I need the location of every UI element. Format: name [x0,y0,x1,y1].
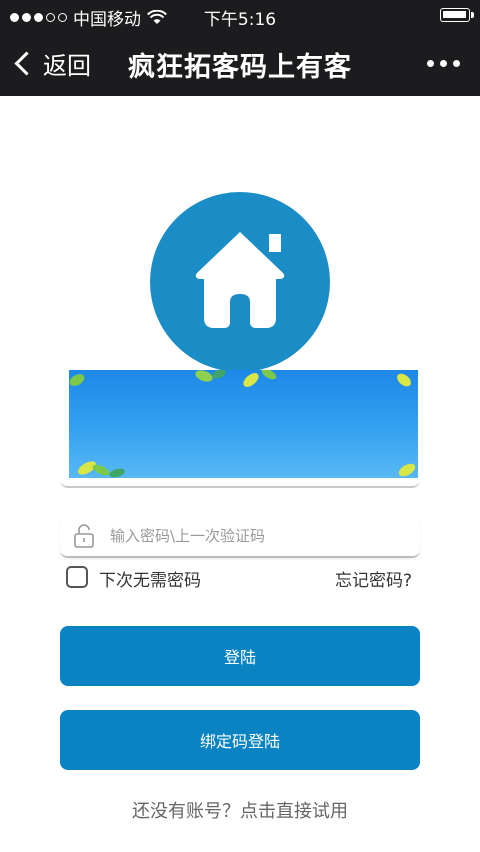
app-logo [150,192,330,372]
leaf-decoration [69,370,416,478]
home-icon [195,232,285,328]
phone-field-underline [60,478,420,488]
password-input[interactable] [108,520,412,552]
status-time: 下午5:16 [203,10,277,30]
banner-image [69,370,418,478]
nav-bar: 返回 疯狂拓客码上有客 [0,32,480,96]
remember-checkbox[interactable] [66,566,88,588]
battery-icon [440,8,474,22]
status-bar: 中国移动 下午5:16 [0,0,480,32]
page-title: 疯狂拓客码上有客 [128,52,352,83]
bind-code-login-button[interactable]: 绑定码登陆 [60,710,420,770]
more-icon[interactable] [427,60,460,67]
login-button[interactable]: 登陆 [60,626,420,686]
trial-link[interactable]: 还没有账号？点击直接试用 [0,797,480,823]
password-field [60,514,420,558]
forgot-password-link[interactable]: 忘记密码? [335,566,412,591]
lock-icon [74,524,94,548]
battery-level [443,11,466,18]
remember-label: 下次无需密码 [99,571,201,591]
